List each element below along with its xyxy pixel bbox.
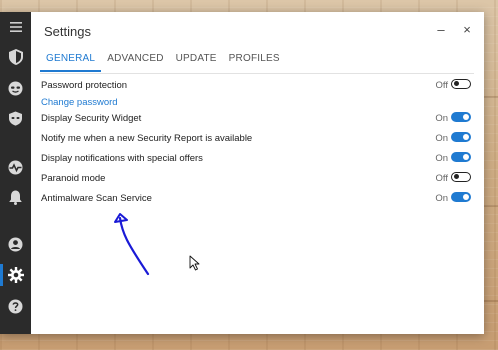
change-password-link[interactable]: Change password	[41, 97, 118, 108]
main-panel: Settings – × GENERAL ADVANCED UPDATE PRO…	[31, 12, 484, 334]
activity-icon[interactable]	[0, 156, 31, 178]
security-report-row: Notify me when a new Security Report is …	[41, 131, 474, 147]
antimalware-state: On	[435, 193, 448, 204]
security-report-state: On	[435, 133, 448, 144]
bell-icon[interactable]	[0, 186, 31, 208]
tab-bar: GENERAL ADVANCED UPDATE PROFILES	[40, 50, 286, 72]
password-protection-state: Off	[435, 80, 449, 91]
account-icon[interactable]	[0, 233, 31, 255]
paranoid-mode-label: Paranoid mode	[41, 173, 106, 184]
menu-icon[interactable]	[0, 16, 31, 38]
tab-update[interactable]: UPDATE	[170, 50, 223, 72]
security-widget-row: Display Security Widget On	[41, 111, 474, 127]
gear-icon[interactable]	[0, 264, 31, 286]
security-widget-state: On	[435, 113, 448, 124]
security-widget-label: Display Security Widget	[41, 113, 142, 124]
special-offers-toggle[interactable]	[451, 152, 471, 162]
password-protection-toggle[interactable]	[451, 79, 471, 89]
minimize-button[interactable]: –	[434, 23, 448, 37]
password-protection-row: Password protection Off	[41, 78, 474, 94]
antimalware-toggle[interactable]	[451, 192, 471, 202]
tab-divider	[40, 73, 474, 74]
tab-profiles[interactable]: PROFILES	[223, 50, 286, 72]
window-title: Settings	[44, 24, 91, 39]
close-button[interactable]: ×	[460, 23, 474, 37]
antimalware-row: Antimalware Scan Service On	[41, 191, 474, 207]
privacy-icon[interactable]	[0, 107, 31, 129]
help-icon[interactable]	[0, 295, 31, 317]
sidebar	[0, 12, 31, 334]
paranoid-mode-state: Off	[435, 173, 449, 184]
security-report-label: Notify me when a new Security Report is …	[41, 133, 253, 144]
special-offers-label: Display notifications with special offer…	[41, 153, 203, 164]
security-report-toggle[interactable]	[451, 132, 471, 142]
security-widget-toggle[interactable]	[451, 112, 471, 122]
tab-general[interactable]: GENERAL	[40, 50, 102, 72]
mask-icon[interactable]	[0, 77, 31, 99]
tab-advanced[interactable]: ADVANCED	[101, 50, 169, 72]
special-offers-state: On	[435, 153, 448, 164]
paranoid-mode-row: Paranoid mode Off	[41, 171, 474, 187]
antimalware-label: Antimalware Scan Service	[41, 193, 152, 204]
password-protection-label: Password protection	[41, 80, 128, 91]
settings-window: Settings – × GENERAL ADVANCED UPDATE PRO…	[0, 12, 484, 334]
paranoid-mode-toggle[interactable]	[451, 172, 471, 182]
special-offers-row: Display notifications with special offer…	[41, 151, 474, 167]
shield-icon[interactable]	[0, 46, 31, 68]
